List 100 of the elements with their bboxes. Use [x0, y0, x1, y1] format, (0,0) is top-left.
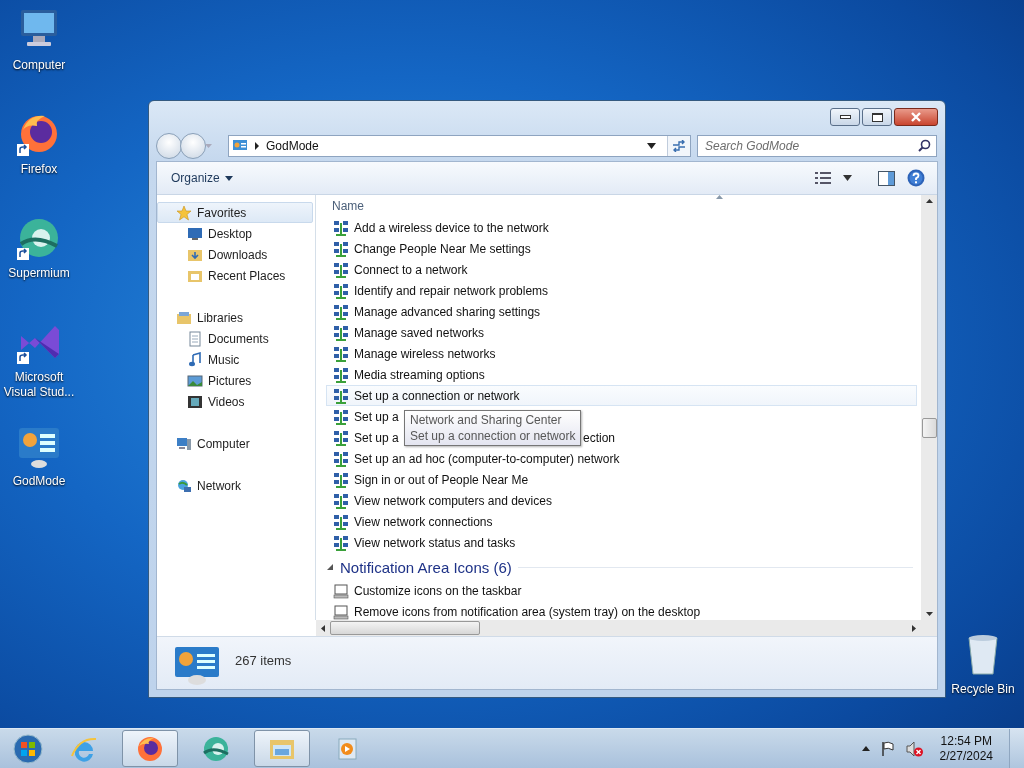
scroll-up-arrow-icon[interactable] [925, 199, 933, 203]
minimize-button[interactable] [830, 108, 860, 126]
list-item[interactable]: Remove icons from notification area (system tray) on the desktop [326, 601, 708, 620]
network-icon [333, 387, 349, 404]
search-icon[interactable] [918, 139, 931, 152]
organize-button[interactable]: Organize [165, 168, 239, 188]
computer-icon [176, 435, 192, 452]
view-list-icon[interactable] [815, 172, 831, 184]
desktop-icon [187, 225, 203, 242]
list-item[interactable]: Manage advanced sharing settings [326, 301, 548, 322]
list-item[interactable]: Change People Near Me settings [326, 238, 538, 259]
list-item[interactable]: Set up a [326, 406, 406, 427]
control-panel-icon [232, 139, 248, 153]
scroll-down-arrow-icon[interactable] [925, 612, 933, 616]
breadcrumb[interactable]: GodMode [266, 139, 641, 153]
desktop-icon-label[interactable]: Supermium [1, 266, 77, 281]
list-item-text[interactable]: ection [583, 430, 616, 445]
list-item[interactable]: Identify and repair network problems [326, 280, 556, 301]
scroll-left-arrow-icon[interactable] [321, 624, 325, 632]
nav-item[interactable]: Downloads [157, 244, 313, 265]
nav-item[interactable]: Pictures [157, 370, 313, 391]
close-button[interactable] [894, 108, 938, 126]
taskbar-button[interactable] [122, 730, 178, 767]
list-item[interactable]: Set up a connection or network [326, 385, 917, 406]
network-icon [333, 534, 349, 551]
horizontal-scrollbar[interactable] [316, 620, 921, 636]
collapse-arrow-icon[interactable] [326, 563, 334, 571]
star-icon [176, 204, 192, 221]
dropdown-caret-icon[interactable] [224, 175, 233, 181]
help-icon[interactable] [907, 169, 925, 187]
windows-logo-icon[interactable] [13, 733, 43, 764]
nav-item[interactable]: Videos [157, 391, 313, 412]
nav-item[interactable]: Favorites [157, 202, 313, 223]
nav-item[interactable]: Recent Places [157, 265, 313, 286]
monitor-icon [333, 603, 349, 620]
group-header[interactable]: Notification Area Icons (6) [340, 558, 512, 576]
network-icon [333, 366, 349, 383]
nav-item[interactable]: Music [157, 349, 313, 370]
nav-item[interactable]: Documents [157, 328, 313, 349]
preview-pane-icon[interactable] [878, 170, 895, 186]
nav-item[interactable]: Computer [157, 433, 313, 454]
network-icon [333, 219, 349, 236]
library-icon [176, 309, 192, 326]
list-item[interactable]: Media streaming options [326, 364, 492, 385]
network-icon [333, 408, 349, 425]
list-item[interactable]: Add a wireless device to the network [326, 217, 556, 238]
network-icon [333, 429, 349, 446]
list-item[interactable]: Manage saved networks [326, 322, 492, 343]
network-icon [333, 324, 349, 341]
desktop-icon-label[interactable]: Microsoft Visual Stud... [1, 370, 77, 400]
refresh-icon[interactable] [672, 140, 686, 152]
list-item[interactable]: Manage wireless networks [326, 343, 503, 364]
speaker-muted-icon[interactable] [905, 740, 924, 757]
network-icon [333, 450, 349, 467]
music-icon [187, 351, 203, 368]
close-icon[interactable] [910, 112, 922, 122]
scroll-thumb[interactable] [330, 621, 480, 635]
network-icon [333, 282, 349, 299]
desktop-icon-label[interactable]: Firefox [1, 162, 77, 177]
column-header[interactable]: Name [326, 195, 921, 217]
list-item[interactable]: Connect to a network [326, 259, 475, 280]
breadcrumb-arrow-icon [254, 142, 260, 150]
network-icon [333, 492, 349, 509]
address-bar[interactable]: GodMode [228, 135, 691, 157]
video-icon [187, 393, 203, 410]
control-panel-icon [173, 645, 221, 685]
nav-item[interactable]: Libraries [157, 307, 313, 328]
list-item[interactable]: Customize icons on the taskbar [326, 580, 529, 601]
monitor-icon [333, 582, 349, 599]
network-icon [333, 513, 349, 530]
dropdown-caret-icon[interactable] [843, 175, 852, 181]
list-item[interactable]: View network connections [326, 511, 500, 532]
network-icon [333, 303, 349, 320]
list-item[interactable]: Set up an ad hoc (computer-to-computer) network [326, 448, 627, 469]
tooltip: Network and Sharing Center Set up a connection or network [404, 410, 582, 446]
list-item[interactable]: View network computers and devices [326, 490, 559, 511]
show-hidden-icons-arrow-icon[interactable] [861, 746, 870, 751]
desktop-icon-label[interactable]: GodMode [1, 474, 77, 489]
flag-icon[interactable] [879, 740, 896, 757]
list-item[interactable]: View network status and tasks [326, 532, 523, 553]
network-icon [333, 240, 349, 257]
list-item[interactable]: Sign in or out of People Near Me [326, 469, 536, 490]
desktop-icon-label[interactable]: Recycle Bin [945, 682, 1021, 697]
dropdown-caret-icon[interactable] [647, 143, 656, 149]
maximize-button[interactable] [862, 108, 892, 126]
scroll-right-arrow-icon[interactable] [912, 624, 916, 632]
document-icon [187, 330, 203, 347]
desktop-icon-label[interactable]: Computer [1, 58, 77, 73]
scroll-thumb[interactable] [921, 417, 937, 438]
network-icon [176, 477, 192, 494]
clock-date[interactable]: 2/27/2024 [939, 748, 993, 764]
network-icon [333, 345, 349, 362]
item-count: 267 items [235, 653, 292, 668]
nav-item[interactable]: Network [157, 475, 313, 496]
vertical-scrollbar[interactable] [921, 195, 937, 620]
search-field[interactable]: Search GodMode [697, 135, 937, 157]
network-icon [333, 261, 349, 278]
nav-item[interactable]: Desktop [157, 223, 313, 244]
refresh-button[interactable] [667, 136, 690, 156]
clock-time[interactable]: 12:54 PM [940, 733, 992, 749]
